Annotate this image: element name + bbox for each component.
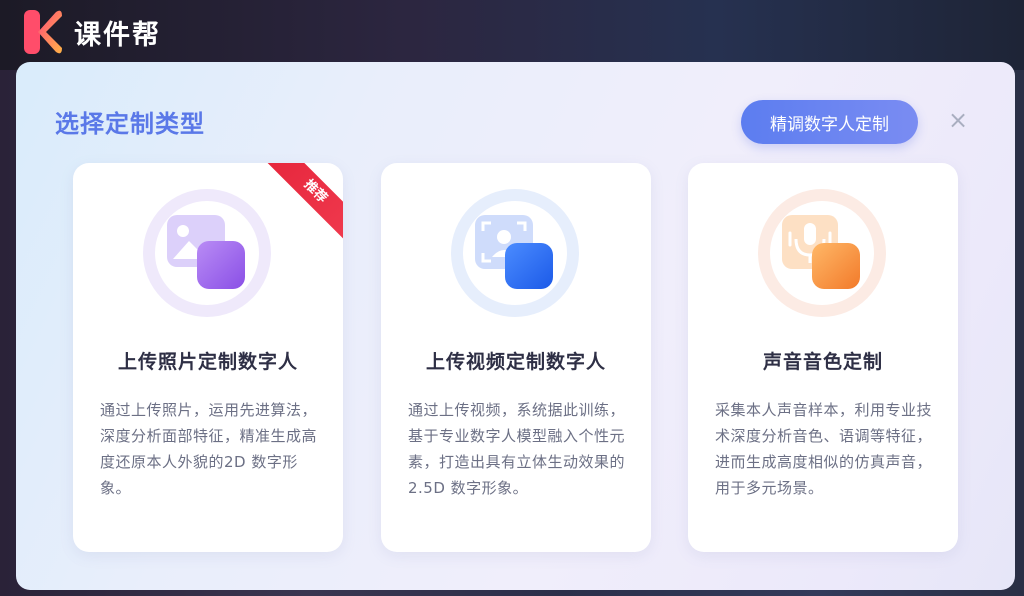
- card-voice-custom[interactable]: 声音音色定制 采集本人声音样本，利用专业技术深度分析音色、语调等特征，进而生成高…: [688, 163, 958, 552]
- premium-customize-button[interactable]: 精调数字人定制: [741, 100, 918, 144]
- image-icon: [167, 215, 245, 289]
- recommended-ribbon: 推荐: [263, 163, 343, 243]
- video-icon-ring: [451, 189, 579, 317]
- logo-icon: [22, 8, 64, 56]
- card-video-avatar[interactable]: 上传视频定制数字人 通过上传视频，系统据此训练，基于专业数字人模型融入个性元素，…: [381, 163, 651, 552]
- recommended-badge: 推荐: [263, 163, 343, 243]
- photo-icon-ring: [143, 189, 271, 317]
- card-description: 通过上传视频，系统据此训练，基于专业数字人模型融入个性元素，打造出具有立体生动效…: [408, 401, 626, 497]
- app-name: 课件帮: [74, 19, 161, 51]
- app-logo: 课件帮: [22, 6, 161, 58]
- card-photo-avatar[interactable]: 推荐 上传照片定制数字人 通过上传照片，运用先进算法，深度分析面部特征，精准生成…: [73, 163, 343, 552]
- card-description: 采集本人声音样本，利用专业技术深度分析音色、语调等特征，进而生成高度相似的仿真声…: [715, 401, 933, 497]
- customize-type-modal: 选择定制类型 精调数字人定制 × 推荐 上传照片定制数字人 通过上传照片，运用先…: [16, 62, 1015, 590]
- card-description: 通过上传照片，运用先进算法，深度分析面部特征，精准生成高度还原本人外貌的2D 数…: [100, 401, 318, 497]
- card-title: 声音音色定制: [762, 351, 883, 373]
- close-icon[interactable]: ×: [946, 108, 970, 132]
- microphone-icon: [782, 215, 860, 289]
- modal-title: 选择定制类型: [55, 110, 205, 138]
- video-avatar-icon: [475, 215, 553, 289]
- card-title: 上传照片定制数字人: [117, 351, 298, 373]
- card-title: 上传视频定制数字人: [425, 351, 606, 373]
- voice-icon-ring: [758, 189, 886, 317]
